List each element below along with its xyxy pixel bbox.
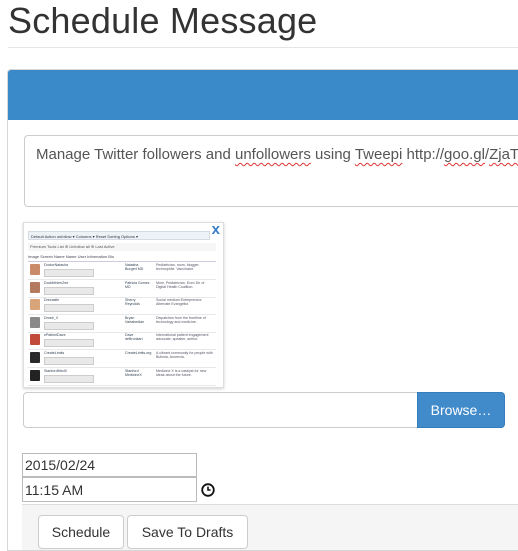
thumb-screen-name: StanfordMedX	[44, 368, 67, 373]
file-input[interactable]: Browse…	[23, 392, 505, 428]
thumb-table-header: Image Screen Name Name User Information …	[28, 253, 216, 262]
thumb-bio: Mom, Pediatrician, Exec Dir of Digital H…	[156, 280, 205, 289]
thumb-row: CreateLimits CreateLimits.org A vibrant co…	[28, 350, 216, 368]
thumb-real-name: Bryan Vartabedian	[125, 315, 145, 324]
thumb-unfollow-control	[44, 286, 94, 295]
thumb-row: Drostr_V Bryan Vartabedian Dispatches from…	[28, 315, 216, 333]
thumb-bio: Medicine X is a catalyst for new ideas a…	[156, 368, 207, 377]
thumb-real-name: Dave deBronkart	[125, 333, 143, 342]
thumb-bio: A vibrant community for people with Buli…	[156, 351, 213, 359]
thumb-screen-name: ePatientDave	[44, 333, 66, 338]
schedule-button[interactable]: Schedule	[38, 515, 124, 549]
thumb-screen-name: CreateLimits	[44, 351, 65, 355]
thumb-real-name: Stanford MedicineX	[125, 368, 142, 377]
thumb-real-name: Natasha Burgert MD	[125, 263, 144, 271]
thumb-screen-name: DoctorNatasha	[44, 263, 68, 267]
thumb-screen-name: Drecastle	[44, 298, 60, 303]
thumb-screen-name: Drostr_V	[44, 315, 59, 320]
thumb-row: ePatientDave Dave deBronkart International…	[28, 332, 216, 351]
thumb-unfollow-control	[44, 304, 94, 313]
thumb-real-name: Sherry Reynolds	[125, 298, 140, 307]
thumb-avatar	[30, 316, 40, 328]
thumb-bio: International patient engagement advocat…	[156, 333, 209, 342]
thumb-bio: Dispatches from the frontline of technol…	[156, 315, 206, 324]
thumb-row: StanfordMedX Stanford MedicineX Medicine X…	[28, 368, 216, 386]
message-textarea[interactable]: Manage Twitter followers and unfollowers…	[24, 135, 518, 207]
thumb-row: Drecastle Sherry Reynolds Social medium En…	[28, 297, 216, 316]
date-input[interactable]: 2015/02/24	[22, 453, 197, 477]
thumb-avatar	[30, 369, 40, 381]
message-text: Manage Twitter followers and unfollowers…	[36, 146, 518, 163]
thumb-real-name: CreateLimits.org	[125, 351, 152, 355]
panel-header	[8, 70, 518, 120]
thumb-unfollow-control	[44, 374, 94, 383]
time-input[interactable]: 11:15 AM	[22, 477, 197, 502]
thumb-avatar	[30, 299, 40, 311]
remove-image-button[interactable]: x	[212, 223, 220, 238]
panel-footer: Schedule Save To Drafts	[22, 504, 518, 550]
browse-button[interactable]: Browse…	[417, 392, 505, 428]
attached-image-thumbnail: x Default Action unfollow ▾ Columns ▾ Re…	[23, 222, 224, 388]
thumb-avatar	[30, 352, 40, 363]
page-title: Schedule Message	[8, 0, 318, 41]
title-divider	[8, 47, 518, 48]
thumb-bio: Social medium Entrepreneur. Alternate Ev…	[156, 298, 203, 307]
thumb-row: DoctorNatasha Natasha Burgert MD Pediatric…	[28, 262, 216, 280]
thumb-unfollow-control	[44, 321, 94, 330]
schedule-panel: Manage Twitter followers and unfollowers…	[7, 69, 518, 551]
thumb-bio: Pediatrician, mom, blogger, technophile.…	[156, 263, 200, 271]
thumb-row: DocMehlenZee Patricia Gomez MD Mom, Pediat…	[28, 280, 216, 298]
thumb-real-name: Patricia Gomez MD	[125, 280, 150, 289]
thumb-screen-name: DocMehlenZee	[44, 280, 69, 285]
thumb-avatar	[30, 334, 40, 346]
thumb-unfollow-control	[44, 269, 94, 277]
thumb-unfollow-control	[44, 339, 94, 348]
thumb-tools: Premium Tools List ⊕ Unfollow all ⊕ Last…	[28, 243, 216, 251]
thumb-avatar	[30, 264, 40, 275]
thumb-avatar	[30, 281, 40, 293]
save-to-drafts-button[interactable]: Save To Drafts	[127, 515, 248, 549]
thumb-toolbar: Default Action unfollow ▾ Columns ▾ Rese…	[28, 231, 210, 240]
thumb-unfollow-control	[44, 357, 94, 365]
clock-icon[interactable]	[201, 483, 215, 497]
